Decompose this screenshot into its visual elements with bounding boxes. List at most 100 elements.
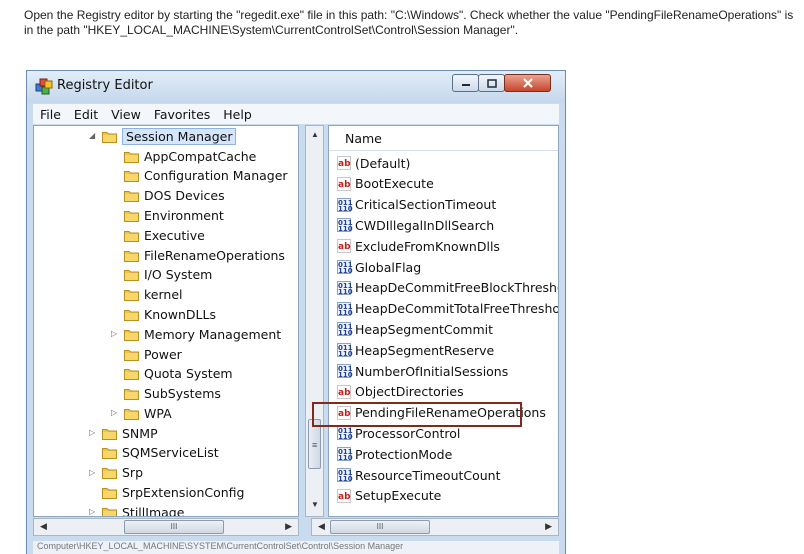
tree-item-sibling[interactable]: StillImage	[102, 502, 184, 516]
value-row[interactable]: 011 110 CriticalSectionTimeout	[337, 195, 496, 215]
tree-item-label: KnownDLLs	[144, 306, 216, 322]
value-row[interactable]: 011 110 ResourceTimeoutCount	[337, 465, 501, 485]
value-row[interactable]: ab SetupExecute	[337, 486, 441, 506]
tree-item-label: I/O System	[144, 267, 213, 283]
folder-icon	[124, 189, 139, 203]
menu-bar: File Edit View Favorites Help	[33, 104, 559, 124]
folder-icon	[124, 229, 139, 242]
tree-item-child[interactable]: Environment	[124, 205, 224, 225]
tree-item-label: kernel	[144, 287, 183, 303]
value-name: ProtectionMode	[355, 446, 453, 462]
tree-vertical-scrollbar[interactable]: ▲ ≡ ▼	[305, 125, 324, 517]
value-row[interactable]: 011 110 HeapSegmentReserve	[337, 340, 494, 360]
scroll-right-icon[interactable]: ▶	[285, 521, 292, 532]
value-row[interactable]: 011 110 GlobalFlag	[337, 257, 421, 277]
expand-arrow-icon[interactable]: ▷	[89, 428, 95, 437]
list-horizontal-scrollbar[interactable]: ◀ III ▶	[311, 518, 559, 536]
binary-value-icon: 011 110	[337, 343, 353, 359]
value-name: HeapDeCommitFreeBlockThreshold	[355, 280, 559, 296]
tree-hscroll-thumb[interactable]: III	[124, 520, 224, 534]
status-bar: Computer\HKEY_LOCAL_MACHINE\SYSTEM\Curre…	[33, 541, 559, 554]
value-row[interactable]: 011 110 NumberOfInitialSessions	[337, 361, 508, 381]
folder-icon	[124, 209, 139, 222]
registry-editor-window: Registry Editor File Edit View Favorites…	[26, 70, 566, 554]
tree-item-child[interactable]: Quota System	[124, 364, 233, 384]
string-value-icon: ab	[337, 176, 351, 191]
value-row[interactable]: 011 110 HeapDeCommitTotalFreeThreshold	[337, 299, 558, 319]
scroll-left-icon[interactable]: ◀	[40, 521, 47, 532]
folder-icon	[124, 268, 139, 282]
expand-arrow-icon[interactable]: ▷	[111, 329, 117, 338]
tree-item-label: Memory Management	[144, 326, 282, 342]
column-header-name[interactable]: Name	[329, 126, 558, 151]
menu-edit[interactable]: Edit	[74, 107, 98, 122]
values-list[interactable]: Name ab (Default) ab BootExecute 011 110 Criti…	[328, 125, 559, 517]
tree-item-child[interactable]: WPA	[124, 403, 172, 423]
folder-icon	[124, 328, 139, 341]
expand-arrow-icon[interactable]: ▷	[89, 468, 95, 477]
list-scroll-right-icon[interactable]: ▶	[545, 521, 552, 532]
binary-value-icon: 011 110	[337, 322, 353, 338]
tree-item-sibling[interactable]: SrpExtensionConfig	[102, 482, 244, 502]
menu-help[interactable]: Help	[223, 107, 252, 122]
value-row[interactable]: ab (Default)	[337, 153, 410, 173]
expand-arrow-icon[interactable]: ▷	[89, 507, 95, 516]
close-button[interactable]	[504, 74, 551, 92]
tree-item-child[interactable]: AppCompatCache	[124, 146, 256, 166]
tree-item-child[interactable]: kernel	[124, 285, 183, 305]
tree-item-session-manager[interactable]: Session Manager	[102, 126, 237, 146]
menu-view[interactable]: View	[111, 107, 141, 122]
tree-item-child[interactable]: SubSystems	[124, 384, 221, 404]
tree-item-label: FileRenameOperations	[144, 247, 285, 263]
folder-icon	[102, 427, 117, 440]
binary-value-icon: 011 110	[337, 364, 353, 379]
tree-horizontal-scrollbar[interactable]: ◀ III ▶	[33, 518, 299, 536]
folder-icon	[102, 486, 117, 499]
tree-item-sibling[interactable]: SQMServiceList	[102, 443, 219, 463]
value-row[interactable]: 011 110 HeapDeCommitFreeBlockThreshold	[337, 278, 559, 298]
tree-item-child[interactable]: Configuration Manager	[124, 166, 288, 186]
title-bar[interactable]: Registry Editor	[27, 71, 565, 103]
maximize-button[interactable]	[478, 74, 505, 92]
value-row[interactable]: ab BootExecute	[337, 174, 434, 194]
tree-item-label: Quota System	[144, 366, 233, 382]
tree-item-label: SubSystems	[144, 386, 221, 402]
menu-favorites[interactable]: Favorites	[154, 107, 210, 122]
value-row[interactable]: 011 110 CWDIllegalInDllSearch	[337, 215, 494, 235]
tree-item-child[interactable]: Power	[124, 344, 182, 364]
tree-item-child[interactable]: FileRenameOperations	[124, 245, 285, 265]
expand-arrow-icon[interactable]: ▷	[111, 408, 117, 417]
tree-item-sibling[interactable]: SNMP	[102, 423, 158, 443]
folder-icon	[124, 169, 139, 183]
scroll-down-icon[interactable]: ▼	[311, 500, 319, 509]
minimize-button[interactable]	[452, 74, 479, 92]
value-name: HeapSegmentReserve	[355, 342, 495, 358]
tree-item-child[interactable]: DOS Devices	[124, 186, 225, 206]
value-name: CWDIllegalInDllSearch	[355, 217, 495, 233]
value-row[interactable]: ab ObjectDirectories	[337, 382, 464, 402]
value-row[interactable]: 011 110 HeapSegmentCommit	[337, 319, 493, 339]
tree-item-child[interactable]: Memory Management	[124, 324, 281, 344]
folder-icon	[102, 446, 117, 460]
collapse-arrow-icon[interactable]: ◢	[89, 131, 95, 140]
value-name: ProcessorControl	[355, 425, 461, 441]
tree-item-label: AppCompatCache	[144, 148, 257, 164]
list-hscroll-thumb[interactable]: III	[330, 520, 430, 534]
tree-item-label: Environment	[144, 207, 224, 223]
value-row[interactable]: ab ExcludeFromKnownDlls	[337, 236, 500, 256]
value-row[interactable]: 011 110 ProtectionMode	[337, 444, 452, 464]
value-name: BootExecute	[355, 176, 434, 192]
key-tree[interactable]: Session Manager ◢ AppCompatCache Configurat…	[33, 125, 299, 517]
folder-icon	[124, 407, 139, 420]
instruction-text: Open the Registry editor by starting the…	[24, 8, 794, 37]
string-value-icon: ab	[337, 239, 351, 254]
tree-item-label: SNMP	[122, 425, 158, 441]
tree-item-child[interactable]: KnownDLLs	[124, 304, 216, 324]
tree-item-child[interactable]: Executive	[124, 225, 205, 245]
tree-item-child[interactable]: I/O System	[124, 265, 212, 285]
tree-item-label: DOS Devices	[144, 188, 225, 204]
list-scroll-left-icon[interactable]: ◀	[318, 521, 325, 532]
tree-item-sibling[interactable]: Srp	[102, 463, 143, 483]
menu-file[interactable]: File	[40, 107, 61, 122]
scroll-up-icon[interactable]: ▲	[311, 130, 319, 139]
